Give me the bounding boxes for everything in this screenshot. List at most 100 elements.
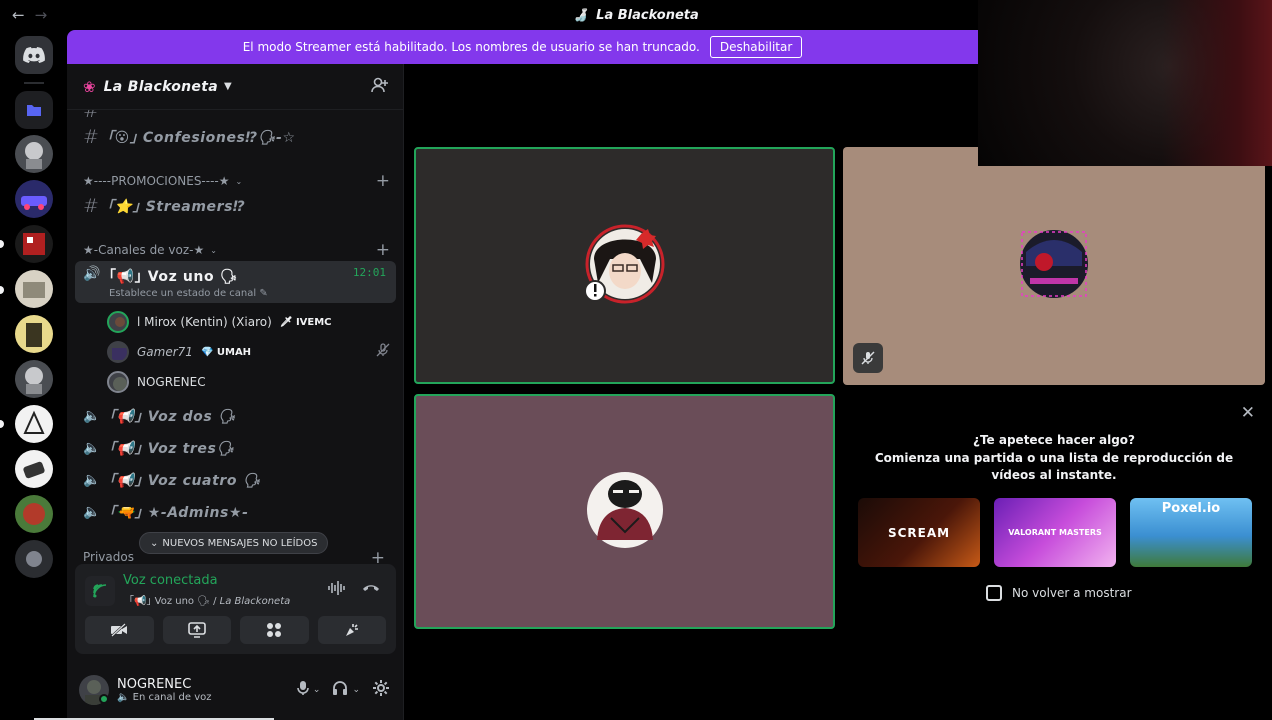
voice-channel-dos[interactable]: 🔈 ｢📢｣ Voz dos 🗣 [75, 401, 396, 431]
history-nav: ← → [12, 6, 47, 24]
speaker-icon: 🔈 [83, 472, 101, 488]
microphone-icon[interactable] [297, 680, 309, 700]
hash-icon: # [83, 195, 99, 217]
hash-icon: # [83, 110, 99, 122]
server-avatar-6[interactable] [15, 360, 53, 398]
new-unread-label: NUEVOS MENSAJES NO LEÍDOS [162, 537, 318, 549]
category-voice[interactable]: ★-Canales de voz-★ ⌄ + [75, 240, 390, 260]
disconnect-icon[interactable] [362, 581, 380, 596]
chevron-down-icon[interactable]: ⌄ [313, 685, 321, 695]
voice-channel-tres[interactable]: 🔈 ｢📢｣ Voz tres🗣 [75, 433, 396, 463]
webcam-red-light [1162, 0, 1272, 166]
voice-channel-admins[interactable]: 🔈 ｢🔫｣ ★-Admins★- [75, 497, 396, 527]
voice-user[interactable]: NOGRENEC [107, 368, 390, 396]
voice-channel-uno[interactable]: 🔊 ｢📢｣ Voz uno 🗣 12:01 Establece un estad… [75, 261, 396, 303]
disable-streamer-button[interactable]: Deshabilitar [709, 36, 803, 58]
server-tag: 💎 UMAH [200, 346, 252, 358]
voice-action-buttons [85, 616, 386, 644]
invite-icon[interactable] [371, 77, 389, 97]
close-icon[interactable]: ✕ [1241, 403, 1255, 423]
video-tile-nogrenec[interactable] [414, 394, 835, 629]
new-unread-pill[interactable]: ⌄ NUEVOS MENSAJES NO LEÍDOS [139, 532, 329, 554]
channel-emoji: ⭐ [114, 199, 133, 215]
back-arrow-icon[interactable]: ← [12, 6, 25, 24]
speaker-icon: 🔊 [83, 266, 101, 282]
chevron-down-icon: ⌄ [235, 176, 243, 186]
user-controls: ⌄ ⌄ [297, 679, 390, 701]
activity-cards: SCREAM VALORANT MASTERS Poxel.io [858, 498, 1252, 567]
avatar [107, 371, 129, 393]
video-tile-gamer[interactable] [843, 147, 1265, 385]
server-avatar-2[interactable] [15, 180, 53, 218]
separator: / [209, 596, 220, 607]
voice-user[interactable]: Gamer71 💎 UMAH [107, 338, 390, 366]
category-privados[interactable]: Privados [83, 550, 134, 564]
activity-suggestion: ✕ ¿Te apetece hacer algo? Comienza una p… [843, 393, 1265, 630]
chevron-down-icon: ▼ [223, 81, 232, 92]
flower-icon: ❀ [83, 77, 96, 96]
activity-card-label: SCREAM [887, 525, 951, 540]
activity-card-valorant[interactable]: VALORANT MASTERS [994, 498, 1116, 567]
checkbox-label: No volver a mostrar [1012, 586, 1132, 600]
speaker-icon: 🔈 [117, 692, 130, 703]
server-avatar-4[interactable] [15, 270, 53, 308]
discord-home-icon[interactable] [15, 36, 53, 74]
avatar [107, 311, 129, 333]
server-avatar-1[interactable] [15, 135, 53, 173]
voice-channel-cuatro[interactable]: 🔈 ｢📢｣ Voz cuatro 🗣 [75, 465, 396, 495]
category-promociones[interactable]: ★----PROMOCIONES----★ ⌄ + [75, 171, 390, 191]
waveform-icon[interactable] [328, 581, 346, 599]
channel-streamers[interactable]: # ｢⭐｣ Streamers⁉ [75, 191, 396, 221]
channel-sidebar: ❀ La Blackoneta ▼ # # ｢😮｣ Confesiones⁉🗣-… [67, 64, 404, 720]
dont-show-again[interactable]: No volver a mostrar [986, 585, 1132, 601]
voice-channel-label: ｢📢｣ Voz uno 🗣 [129, 596, 210, 607]
server-avatar-5[interactable] [15, 315, 53, 353]
gear-icon[interactable] [372, 679, 390, 701]
server-avatar-10[interactable] [15, 540, 53, 578]
unread-pill [0, 240, 4, 248]
activity-card-scream[interactable]: SCREAM [858, 498, 980, 567]
screen-share-button[interactable] [162, 616, 231, 644]
channel-emoji: 😮 [114, 130, 130, 146]
video-off-button[interactable] [85, 616, 154, 644]
guild-header[interactable]: ❀ La Blackoneta ▼ [67, 64, 403, 110]
chevron-down-icon[interactable]: ⌄ [352, 685, 360, 695]
headphones-icon[interactable] [332, 680, 348, 700]
add-channel-icon[interactable]: + [376, 240, 390, 260]
user-info[interactable]: NOGRENEC 🔈 En canal de voz [117, 677, 212, 703]
streamer-mode-banner: El modo Streamer está habilitado. Los no… [67, 30, 978, 64]
voice-user[interactable]: l Mirox (Kentin) (Xiaro) 🗡 IVEMC [107, 308, 390, 336]
activities-button[interactable] [240, 616, 309, 644]
connection-icon[interactable] [85, 576, 115, 606]
channel-confesiones[interactable]: # ｢😮｣ Confesiones⁉🗣-☆ [75, 122, 396, 152]
avatar [585, 470, 665, 554]
online-status-dot [99, 694, 109, 704]
activity-card-label: Poxel.io [1161, 501, 1221, 516]
video-tile-mirox[interactable] [414, 147, 835, 384]
activity-card-poxel[interactable]: Poxel.io [1130, 498, 1252, 567]
unread-pill [0, 286, 4, 294]
banner-text: El modo Streamer está habilitado. Los no… [242, 40, 700, 54]
voice-connected-channel[interactable]: ｢📢｣ Voz uno 🗣 / La Blackoneta [129, 592, 290, 607]
voice-user-name: Gamer71 [137, 345, 193, 359]
server-avatar-3[interactable] [15, 225, 53, 263]
soundboard-button[interactable] [317, 616, 386, 644]
locked-speaker-icon: 🔈 [83, 504, 101, 520]
server-avatar-7[interactable] [15, 405, 53, 443]
chevron-down-icon: ⌄ [150, 537, 159, 549]
window-title: 🍶 La Blackoneta [573, 8, 699, 23]
voice-connected-title[interactable]: Voz conectada [123, 573, 218, 588]
speaker-icon: 🔈 [83, 440, 101, 456]
folder-icon[interactable] [15, 91, 53, 129]
category-label: ★----PROMOCIONES----★ [83, 174, 230, 188]
webcam-overlay [978, 0, 1272, 166]
channel-status[interactable]: Establece un estado de canal ✎ [109, 288, 268, 299]
avatar [1012, 222, 1096, 310]
channel-name: ｢🔫｣ ★-Admins★- [109, 505, 249, 521]
add-channel-icon[interactable]: + [376, 171, 390, 191]
server-avatar-8[interactable] [15, 450, 53, 488]
server-rail [0, 30, 67, 720]
forward-arrow-icon[interactable]: → [35, 6, 48, 24]
server-avatar-9[interactable] [15, 495, 53, 533]
checkbox[interactable] [986, 585, 1002, 601]
